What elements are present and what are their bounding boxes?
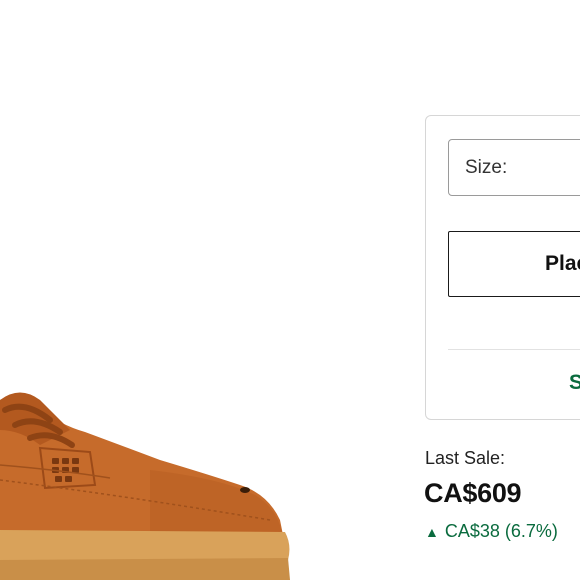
buy-box: Size: Plac S	[425, 115, 580, 420]
size-select[interactable]: Size:	[448, 139, 580, 196]
place-button-label: Plac	[545, 252, 580, 275]
product-image	[0, 370, 300, 580]
place-bid-button[interactable]: Plac	[448, 231, 580, 297]
sneaker-illustration	[0, 392, 290, 580]
price-change-text: CA$38 (6.7%)	[444, 521, 558, 541]
sell-link[interactable]: S	[569, 371, 580, 395]
up-arrow-icon: ▲	[425, 523, 439, 540]
divider	[448, 349, 580, 350]
last-sale-label: Last Sale:	[425, 448, 506, 468]
price-change: ▲ CA$38 (6.7%)	[425, 521, 558, 542]
last-sale-price: CA$609	[424, 478, 522, 508]
size-label: Size:	[465, 156, 508, 178]
